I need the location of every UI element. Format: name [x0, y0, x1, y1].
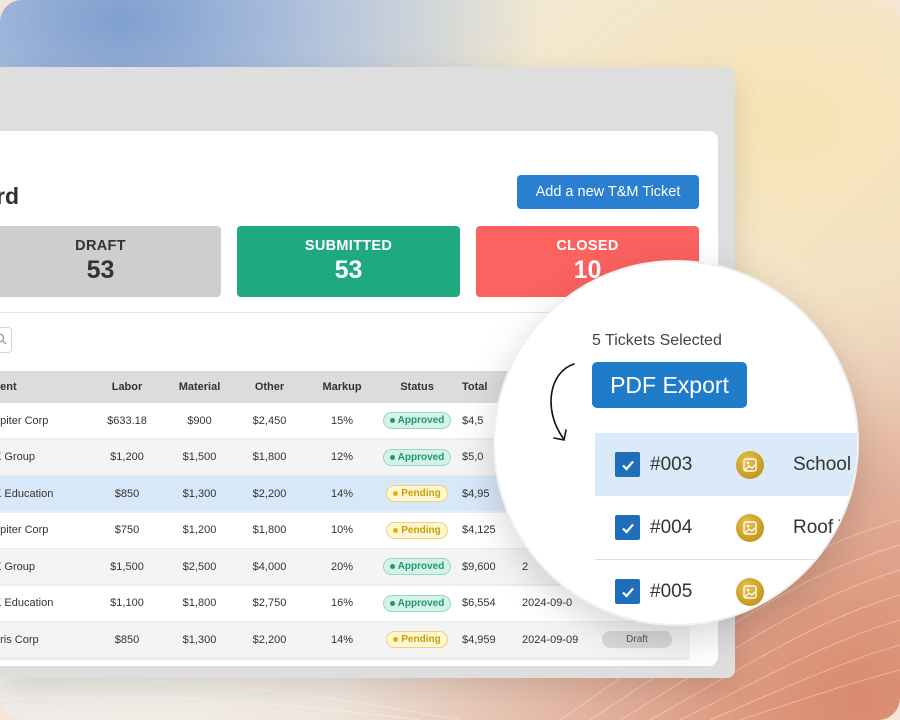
cell-client: K Education: [0, 597, 54, 609]
cell-other: $1,800: [252, 451, 287, 463]
cell-other: $4,000: [252, 560, 287, 573]
cell-material: $1,500: [182, 451, 217, 463]
selected-count-label: 5 Tickets Selected: [592, 332, 722, 349]
check-icon: [621, 587, 634, 598]
cell-status: Approved: [382, 448, 452, 466]
ticket-row[interactable]: #004 Roof T: [595, 496, 857, 559]
cell-state: Draft: [592, 631, 682, 648]
ticket-row[interactable]: #005: [595, 560, 857, 623]
cell-status: Approved: [382, 412, 452, 429]
cell-material: $1,300: [182, 487, 217, 500]
checkbox-checked[interactable]: [615, 579, 640, 604]
status-badge: Approved: [382, 558, 452, 575]
cell-material: $2,500: [182, 560, 217, 573]
status-badge: Approved: [382, 594, 452, 612]
column-header-other[interactable]: Other: [237, 381, 302, 393]
cell-labor: $1,100: [110, 597, 144, 609]
cell-labor: $633.18: [107, 414, 147, 427]
cell-markup: 14%: [330, 487, 354, 500]
cell-status: Pending: [382, 631, 452, 648]
page-title: rd: [0, 183, 19, 209]
cell-labor: $1,500: [110, 560, 144, 573]
column-header-markup[interactable]: Markup: [302, 381, 382, 393]
cell-status: Approved: [382, 558, 452, 575]
cell-material: $1,800: [182, 597, 217, 609]
stat-value: 53: [86, 256, 115, 284]
checkbox-checked[interactable]: [615, 515, 640, 540]
stat-card-submitted[interactable]: SUBMITTED 53: [237, 226, 460, 297]
stat-label: DRAFT: [75, 238, 126, 254]
check-icon: [621, 460, 634, 471]
cell-total: $4,125: [462, 524, 496, 536]
stat-label: SUBMITTED: [304, 238, 393, 254]
window-titlebar: [0, 67, 735, 119]
ticket-id: #004: [650, 516, 693, 538]
stat-card-draft[interactable]: DRAFT 53: [0, 226, 221, 297]
cell-labor: $1,200: [110, 451, 144, 463]
table-row[interactable]: bris Corp $850 $1,300 $2,200 14% Pending…: [0, 622, 690, 657]
pdf-export-button[interactable]: PDF Export: [592, 362, 747, 408]
ticket-id: #005: [650, 580, 693, 602]
cell-labor: $750: [114, 524, 140, 536]
column-header-status[interactable]: Status: [382, 381, 452, 393]
checkbox-checked[interactable]: [615, 452, 640, 477]
cell-markup: 16%: [330, 597, 354, 609]
ticket-name: School I: [793, 453, 857, 475]
cell-markup: 14%: [330, 633, 354, 646]
cell-labor: $850: [114, 487, 140, 500]
cell-markup: 20%: [330, 560, 354, 573]
cell-total: $4,959: [462, 633, 496, 646]
status-badge: Pending: [386, 521, 448, 539]
cell-markup: 10%: [330, 524, 354, 536]
status-badge: Pending: [386, 631, 448, 648]
draft-badge: Draft: [602, 631, 672, 648]
column-header-client[interactable]: lient: [0, 381, 95, 393]
stat-label: CLOSED: [556, 238, 619, 254]
cell-client: upiter Corp: [0, 524, 49, 536]
cell-date: 2024-09-0: [522, 597, 573, 609]
cell-other: $1,800: [252, 524, 287, 536]
magnifier-callout: 5 Tickets Selected PDF Export #003 Schoo…: [495, 262, 857, 624]
cell-markup: 12%: [330, 451, 354, 463]
cell-total: $6,554: [462, 597, 496, 609]
cell-other: $2,450: [252, 414, 287, 427]
ticket-id: #003: [650, 453, 693, 475]
stat-value: 53: [334, 256, 363, 284]
column-header-labor[interactable]: Labor: [92, 381, 162, 393]
cell-client: X Group: [0, 560, 35, 573]
status-badge: Approved: [382, 412, 452, 429]
curved-arrow-icon: [550, 363, 575, 441]
cell-status: Pending: [382, 521, 452, 539]
cell-total: $9,600: [462, 560, 496, 573]
cell-date: 2024-09-09: [522, 633, 579, 646]
image-icon[interactable]: [736, 513, 764, 542]
add-ticket-button[interactable]: Add a new T&M Ticket: [517, 175, 699, 209]
cell-client: K Education: [0, 487, 54, 500]
search-icon: [0, 333, 7, 345]
cell-client: upiter Corp: [0, 414, 49, 427]
cell-other: $2,200: [252, 487, 287, 500]
ticket-name: Roof T: [793, 516, 850, 538]
cell-client: X Group: [0, 451, 35, 463]
status-badge: Pending: [386, 485, 448, 502]
cell-material: $1,300: [182, 633, 217, 646]
ticket-row-selected[interactable]: #003 School I: [595, 433, 857, 496]
cell-material: $1,200: [182, 524, 217, 536]
cell-client: bris Corp: [0, 633, 39, 646]
search-input[interactable]: [0, 327, 12, 353]
cell-status: Approved: [382, 594, 452, 612]
cell-other: $2,200: [252, 633, 287, 646]
cell-status: Pending: [382, 485, 452, 502]
cell-other: $2,750: [252, 597, 287, 609]
column-header-material[interactable]: Material: [162, 381, 237, 393]
cell-labor: $850: [114, 633, 140, 646]
cell-material: $900: [187, 414, 212, 427]
image-icon[interactable]: [736, 450, 764, 479]
cell-markup: 15%: [330, 414, 354, 427]
status-badge: Approved: [382, 448, 452, 466]
check-icon: [621, 523, 634, 534]
image-icon[interactable]: [736, 577, 764, 606]
